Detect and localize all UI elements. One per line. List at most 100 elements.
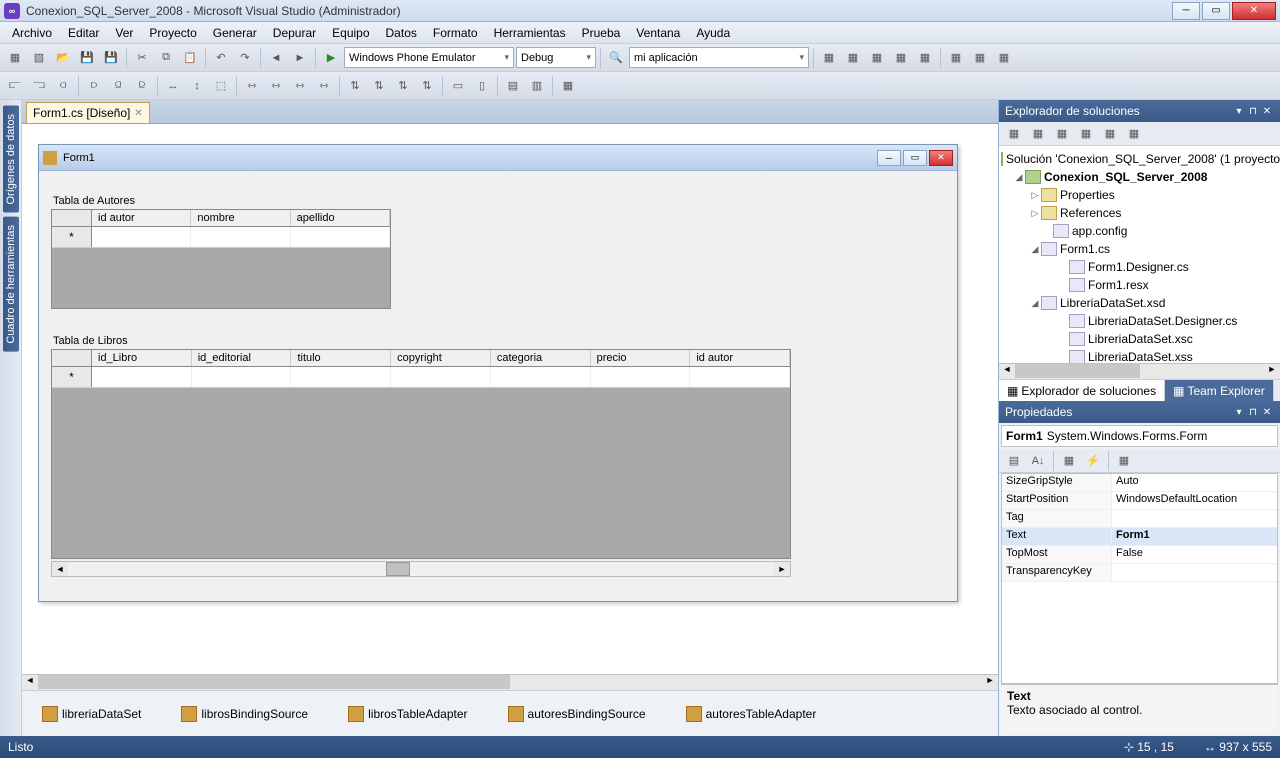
property-grid[interactable]: SizeGripStyleAutoStartPositionWindowsDef…	[1001, 473, 1278, 684]
pin-icon[interactable]: ⊓	[1246, 106, 1260, 117]
menu-equipo[interactable]: Equipo	[324, 24, 377, 42]
design-hscroll[interactable]: ◄►	[22, 674, 998, 690]
tb-misc6-icon[interactable]: ▦	[945, 47, 967, 69]
start-debug-icon[interactable]: ▶	[320, 47, 342, 69]
tree-dsxsc[interactable]: LibreriaDataSet.xsc	[1001, 330, 1278, 348]
se-hscroll[interactable]: ◄►	[999, 363, 1280, 379]
se-tb6-icon[interactable]: ▦	[1123, 123, 1145, 145]
tab-explorador-soluciones[interactable]: ▦Explorador de soluciones	[999, 380, 1165, 401]
menu-prueba[interactable]: Prueba	[574, 24, 629, 42]
new-row-icon[interactable]: *	[52, 367, 92, 387]
config-combo[interactable]: Debug	[516, 47, 596, 68]
col-nombre[interactable]: nombre	[191, 210, 290, 226]
tb-misc7-icon[interactable]: ▦	[969, 47, 991, 69]
tree-dsdesigner[interactable]: LibreriaDataSet.Designer.cs	[1001, 312, 1278, 330]
center-h-icon[interactable]: ▭	[447, 75, 469, 97]
add-item-icon[interactable]: ▧	[28, 47, 50, 69]
menu-datos[interactable]: Datos	[378, 24, 425, 42]
tb-misc4-icon[interactable]: ▦	[890, 47, 912, 69]
tab-origenes-datos[interactable]: Orígenes de datos	[3, 106, 19, 213]
tray-libreriadataset[interactable]: libreriaDataSet	[42, 706, 141, 722]
col-categoria[interactable]: categoria	[491, 350, 591, 366]
winform-form1[interactable]: Form1 ─ ▭ ✕ Tabla de Autores id autor no…	[38, 144, 958, 602]
same-size-icon[interactable]: ⬚	[210, 75, 232, 97]
close-pane-icon[interactable]: ✕	[1260, 407, 1274, 418]
cell[interactable]	[192, 367, 292, 387]
close-button[interactable]: ✕	[1232, 2, 1276, 20]
copy-icon[interactable]: ⧉	[155, 47, 177, 69]
menu-proyecto[interactable]: Proyecto	[141, 24, 204, 42]
winform-min-icon[interactable]: ─	[877, 150, 901, 166]
cell[interactable]	[491, 367, 591, 387]
align-middle-icon[interactable]: ⫑	[107, 75, 129, 97]
cell[interactable]	[391, 367, 491, 387]
hspace-dec-icon[interactable]: ⇿	[289, 75, 311, 97]
datagrid-autores[interactable]: id autor nombre apellido *	[51, 209, 391, 309]
dropdown-icon[interactable]: ▾	[1232, 407, 1246, 418]
col-copyright[interactable]: copyright	[391, 350, 491, 366]
tree-references[interactable]: ▷References	[1001, 204, 1278, 222]
save-icon[interactable]: 💾	[76, 47, 98, 69]
winform-client[interactable]: Tabla de Autores id autor nombre apellid…	[39, 171, 957, 601]
tray-autoresbindingsource[interactable]: autoresBindingSource	[508, 706, 646, 722]
property-row[interactable]: Tag	[1002, 510, 1277, 528]
cell[interactable]	[92, 227, 191, 247]
design-surface[interactable]: Form1 ─ ▭ ✕ Tabla de Autores id autor no…	[22, 124, 998, 674]
tab-order-icon[interactable]: ▦	[557, 75, 579, 97]
col-idautor2[interactable]: id autor	[690, 350, 790, 366]
same-width-icon[interactable]: ↔	[162, 75, 184, 97]
new-row-icon[interactable]: *	[52, 227, 92, 247]
align-bottom-icon[interactable]: ⫒	[131, 75, 153, 97]
paste-icon[interactable]: 📋	[179, 47, 201, 69]
maximize-button[interactable]: ▭	[1202, 2, 1230, 20]
tree-dataset[interactable]: ◢LibreriaDataSet.xsd	[1001, 294, 1278, 312]
menu-editar[interactable]: Editar	[60, 24, 107, 42]
property-row[interactable]: TransparencyKey	[1002, 564, 1277, 582]
events-icon[interactable]: ⚡	[1082, 450, 1104, 472]
tree-appconfig[interactable]: app.config	[1001, 222, 1278, 240]
find-icon[interactable]: 🔍	[605, 47, 627, 69]
col-idlibro[interactable]: id_Libro	[92, 350, 192, 366]
cell[interactable]	[291, 367, 391, 387]
menu-archivo[interactable]: Archivo	[4, 24, 60, 42]
align-left-icon[interactable]: ⫍	[4, 75, 26, 97]
categorized-icon[interactable]: ▤	[1003, 450, 1025, 472]
tray-autorestableadapter[interactable]: autoresTableAdapter	[686, 706, 817, 722]
col-precio[interactable]: precio	[591, 350, 691, 366]
cell[interactable]	[591, 367, 691, 387]
tb-misc1-icon[interactable]: ▦	[818, 47, 840, 69]
cell[interactable]	[92, 367, 192, 387]
alpha-sort-icon[interactable]: A↓	[1027, 450, 1049, 472]
tree-form1resx[interactable]: Form1.resx	[1001, 276, 1278, 294]
cell[interactable]	[291, 227, 390, 247]
align-top-icon[interactable]: ⫐	[83, 75, 105, 97]
doc-tab-form1[interactable]: Form1.cs [Diseño] ✕	[26, 102, 150, 123]
solution-tree[interactable]: Solución 'Conexion_SQL_Server_2008' (1 p…	[999, 146, 1280, 363]
align-center-icon[interactable]: ⫎	[28, 75, 50, 97]
target-combo[interactable]: Windows Phone Emulator	[344, 47, 514, 68]
se-tb4-icon[interactable]: ▦	[1075, 123, 1097, 145]
save-all-icon[interactable]: 💾	[100, 47, 122, 69]
tab-team-explorer[interactable]: ▦Team Explorer	[1165, 380, 1274, 401]
menu-generar[interactable]: Generar	[205, 24, 265, 42]
cell[interactable]	[690, 367, 790, 387]
same-height-icon[interactable]: ↕	[186, 75, 208, 97]
tray-librostableadapter[interactable]: librosTableAdapter	[348, 706, 467, 722]
nav-fwd-icon[interactable]: ►	[289, 47, 311, 69]
close-tab-icon[interactable]: ✕	[134, 108, 142, 119]
se-tb1-icon[interactable]: ▦	[1003, 123, 1025, 145]
tb-misc3-icon[interactable]: ▦	[866, 47, 888, 69]
align-right-icon[interactable]: ⫏	[52, 75, 74, 97]
vspace-rem-icon[interactable]: ⇅	[416, 75, 438, 97]
undo-icon[interactable]: ↶	[210, 47, 232, 69]
tb-misc5-icon[interactable]: ▦	[914, 47, 936, 69]
se-tb2-icon[interactable]: ▦	[1027, 123, 1049, 145]
menu-ayuda[interactable]: Ayuda	[688, 24, 738, 42]
find-combo[interactable]: mi aplicación	[629, 47, 809, 68]
property-selector[interactable]: Form1 System.Windows.Forms.Form	[1001, 425, 1278, 447]
tab-cuadro-herramientas[interactable]: Cuadro de herramientas	[3, 217, 19, 352]
pin-icon[interactable]: ⊓	[1246, 407, 1260, 418]
center-v-icon[interactable]: ▯	[471, 75, 493, 97]
tree-dsxss[interactable]: LibreriaDataSet.xss	[1001, 348, 1278, 363]
menu-ventana[interactable]: Ventana	[628, 24, 688, 42]
